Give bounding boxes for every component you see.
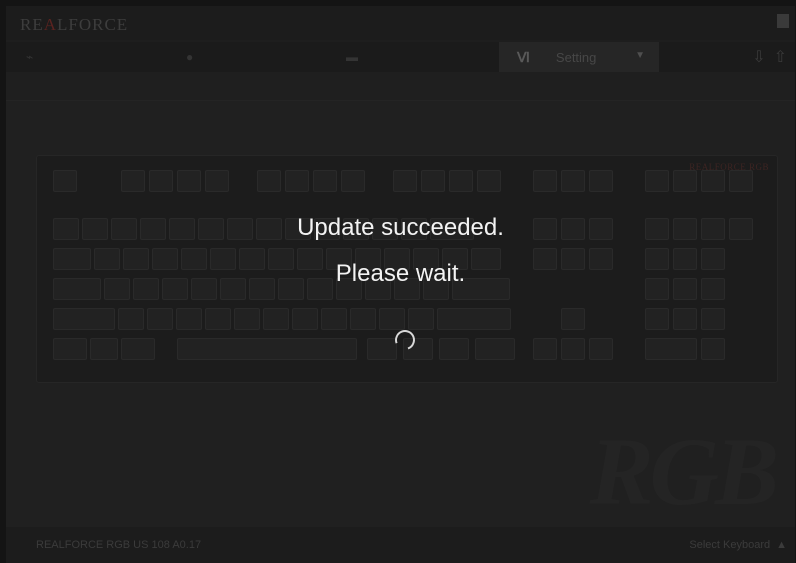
keycap	[205, 170, 229, 192]
main-tabs: ⌁ ● ▬ Ⅵ Setting ▼	[6, 42, 795, 72]
logo-suffix: LFORCE	[57, 15, 129, 34]
keycap	[561, 338, 585, 360]
keycap	[437, 308, 511, 330]
main-panel: REALFORCE RGB RGB	[6, 101, 795, 527]
keycap	[439, 338, 469, 360]
tab-lighting[interactable]: ●	[186, 42, 336, 72]
tools-icon: Ⅵ	[517, 48, 530, 65]
select-keyboard-label: Select Keyboard	[689, 539, 771, 551]
keycap	[234, 308, 260, 330]
keycap	[205, 308, 231, 330]
logo-prefix: RE	[20, 15, 44, 34]
keycap	[701, 170, 725, 192]
status-bar: REALFORCE RGB US 108 A0.17 Select Keyboa…	[6, 527, 795, 563]
keycap	[263, 308, 289, 330]
keycap	[379, 308, 405, 330]
lighting-icon: ●	[186, 50, 194, 64]
keycap	[645, 170, 669, 192]
keycap	[321, 308, 347, 330]
keycap	[176, 308, 202, 330]
keyboard-icon: ▬	[346, 50, 358, 64]
please-wait-message: Please wait.	[335, 260, 466, 287]
tab-keyboard[interactable]: ▬	[346, 42, 496, 72]
rgb-watermark: RGB	[589, 418, 779, 525]
keycap	[341, 170, 365, 192]
tab-setting[interactable]: Ⅵ Setting ▼	[499, 42, 659, 72]
keycap	[292, 308, 318, 330]
keycap	[149, 170, 173, 192]
keycap	[90, 338, 118, 360]
keycap	[645, 308, 669, 330]
keycap	[589, 170, 613, 192]
keycap	[367, 338, 397, 360]
keycap	[121, 338, 155, 360]
chevron-down-icon[interactable]: ▼	[635, 50, 645, 61]
keycap	[561, 308, 585, 330]
keycap	[475, 338, 515, 360]
title-bar: REALFORCE	[6, 6, 795, 40]
keycap	[393, 170, 417, 192]
keycap	[589, 338, 613, 360]
keycap	[147, 308, 173, 330]
keycap	[477, 170, 501, 192]
keycap	[350, 308, 376, 330]
keycap	[729, 170, 753, 192]
tab-game[interactable]: ⌁	[26, 42, 176, 72]
io-buttons: ⇩ ⇧	[752, 47, 787, 67]
keyboard-model-label: REALFORCE RGB US 108 A0.17	[36, 539, 202, 551]
keycap	[645, 338, 697, 360]
export-icon[interactable]: ⇧	[774, 47, 787, 67]
gamepad-icon: ⌁	[26, 50, 34, 64]
app-logo: REALFORCE	[20, 15, 128, 35]
keycap	[177, 170, 201, 192]
keycap	[53, 338, 87, 360]
keycap	[118, 308, 144, 330]
chevron-up-icon: ▲	[776, 539, 787, 551]
keycap	[177, 338, 357, 360]
import-icon[interactable]: ⇩	[752, 47, 765, 67]
sub-toolbar	[6, 72, 795, 101]
logo-accent: A	[43, 15, 58, 34]
keycap	[285, 170, 309, 192]
keycap	[561, 170, 585, 192]
keycap	[449, 170, 473, 192]
keycap	[313, 170, 337, 192]
keycap	[257, 170, 281, 192]
keycap	[533, 338, 557, 360]
keycap	[701, 338, 725, 360]
select-keyboard-button[interactable]: Select Keyboard ▲	[689, 539, 787, 551]
keycap	[701, 308, 725, 330]
window-control-button[interactable]	[777, 14, 789, 28]
keycap	[53, 170, 77, 192]
tab-setting-label: Setting	[555, 49, 597, 65]
keycap	[421, 170, 445, 192]
update-status-message: Update succeeded.	[297, 214, 504, 241]
keycap	[533, 170, 557, 192]
keycap	[53, 308, 115, 330]
keycap	[673, 308, 697, 330]
keycap	[121, 170, 145, 192]
keycap	[673, 170, 697, 192]
keycap	[408, 308, 434, 330]
